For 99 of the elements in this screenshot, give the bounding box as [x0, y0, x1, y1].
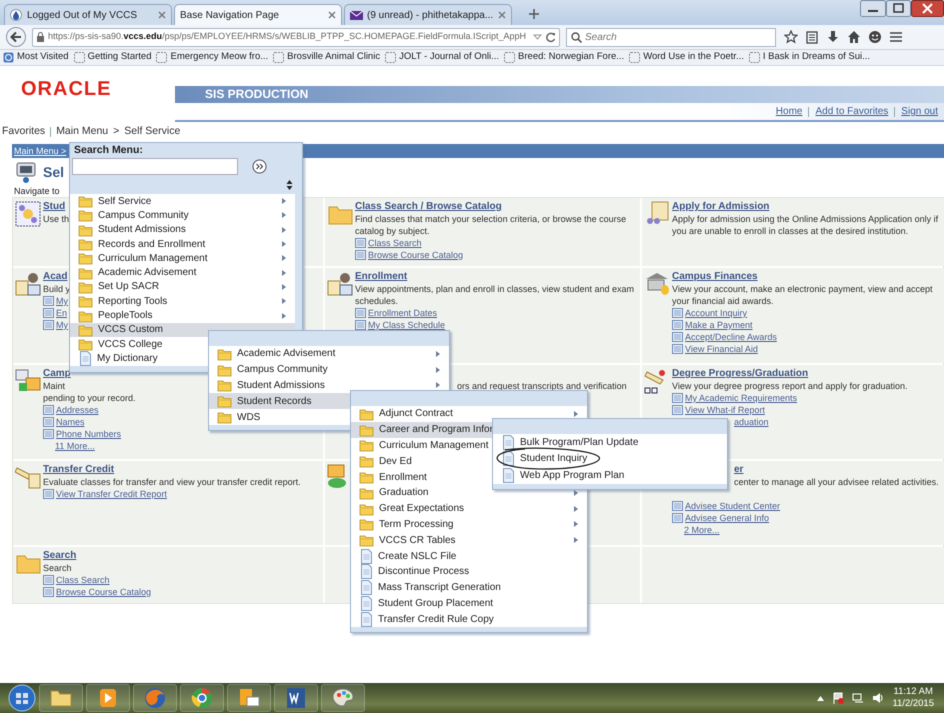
tile-title-link[interactable]: Enrollment — [355, 271, 408, 283]
bookmark-link[interactable]: JOLT - Journal of Onli... — [385, 50, 500, 65]
tile-description: ors and request transcripts and verification — [457, 380, 627, 392]
menu-item[interactable]: Records and Enrollment — [70, 236, 295, 252]
tile-description: View your account, make an electronic payment, view and accept your financial aid awards. — [672, 283, 934, 307]
path-link[interactable]: Main Menu > — [14, 146, 66, 156]
tile-description: View appointments, plan and enroll in classes, view student and exam schedules. — [355, 283, 635, 307]
tile-title-link[interactable]: Camp — [43, 368, 71, 380]
environment-banner: SIS PRODUCTION — [175, 86, 944, 103]
tile-description: View your degree progress report and apply for graduation. — [672, 380, 908, 392]
tile-link[interactable]: Advisee General Info — [672, 512, 770, 524]
tile-description: pending to your record. — [43, 392, 136, 404]
search-menu-label: Search Menu: — [73, 143, 144, 156]
tile-link[interactable]: View What-if Report — [672, 404, 765, 416]
menu-item[interactable]: PeopleTools — [70, 308, 295, 323]
menu-item[interactable]: VCCS CR Tables — [351, 532, 587, 548]
tile-link[interactable]: Make a Payment — [672, 319, 753, 331]
tile-link[interactable]: My — [43, 319, 68, 331]
tile-title-link[interactable]: Acad — [43, 271, 68, 283]
breadcrumb-separator: > — [113, 124, 120, 140]
bookmark-link[interactable]: Most Visited — [3, 50, 69, 65]
tile-title-link[interactable]: Transfer Credit — [43, 464, 114, 476]
bookmark-link[interactable]: Getting Started — [74, 50, 152, 65]
tile-link[interactable]: Browse Course Catalog — [43, 586, 152, 598]
breadcrumb-link[interactable]: Self Service — [124, 124, 180, 140]
tile-link[interactable]: View Transfer Credit Report — [43, 488, 167, 500]
tile-link[interactable]: Class Search — [355, 237, 422, 249]
tile-link[interactable]: Class Search — [43, 574, 110, 586]
clock-time: 11:12 AM — [892, 686, 934, 698]
page-intro: Navigate to — [14, 186, 61, 197]
tile-title-link[interactable]: Degree Progress/Graduation — [672, 368, 808, 380]
tile-title-link[interactable]: Stud — [43, 201, 66, 213]
browser-tab[interactable]: Base Navigation Page — [174, 4, 342, 25]
menu-item[interactable]: Term Processing — [351, 516, 587, 532]
menu-item[interactable]: Student Admissions — [209, 378, 449, 394]
tile-title-link[interactable]: Search — [43, 550, 76, 562]
tile-title-link[interactable]: Apply for Admission — [672, 201, 770, 213]
more-link[interactable]: 2 More... — [684, 524, 720, 536]
menu-item[interactable]: Create NSLC File — [351, 548, 587, 564]
tile-link[interactable]: Browse Course Catalog — [355, 249, 464, 261]
tile-link[interactable]: Accept/Decline Awards — [672, 331, 777, 343]
browser-tab[interactable]: (9 unread) - phithetakappa... — [344, 4, 512, 25]
header-link[interactable]: Home — [776, 104, 802, 119]
menu-item[interactable]: Discontinue Process — [351, 564, 587, 580]
tile-link[interactable]: My Academic Requirements — [672, 392, 798, 404]
menu-item[interactable]: Academic Advisement — [209, 346, 449, 362]
menu-item[interactable]: Web App Program Plan — [493, 467, 727, 484]
breadcrumb-link[interactable]: Favorites — [2, 124, 46, 140]
tile-link[interactable]: Phone Numbers — [43, 428, 122, 440]
menu-item[interactable]: Curriculum Management — [70, 251, 295, 266]
tile-description: Apply for admission using the Online Admissions Application only if you are unable to enroll in classes at the desired institution. — [672, 213, 940, 237]
tile-description: Maint — [43, 380, 66, 392]
tile-description: Use th — [43, 213, 70, 225]
header-link[interactable]: Sign out — [901, 104, 938, 119]
bookmark-link[interactable]: Word Use in the Poetr... — [629, 50, 744, 65]
clock[interactable]: 11:12 AM 11/2/2015 — [892, 686, 934, 710]
more-link[interactable]: 11 More... — [55, 440, 95, 452]
tile-link[interactable]: My — [43, 295, 68, 307]
tile-link[interactable]: Names — [43, 416, 85, 428]
tile-description: center to manage all your advisee related activities. — [734, 476, 939, 488]
menu-item[interactable]: Campus Community — [70, 208, 295, 223]
menu-item[interactable]: Set Up SACR — [70, 280, 295, 294]
tile-title-link[interactable]: Class Search / Browse Catalog — [355, 201, 502, 213]
tile-link[interactable]: Advisee Student Center — [672, 500, 780, 512]
menu-item[interactable]: Great Expectations — [351, 500, 587, 517]
tile-link[interactable]: My Class Schedule — [355, 319, 446, 331]
browser-tab[interactable]: Logged Out of My VCCS — [4, 4, 172, 25]
header-link[interactable]: Add to Favorites — [815, 104, 888, 119]
tile-link[interactable]: Enrollment Dates — [355, 307, 438, 319]
tile-link[interactable]: Account Inquiry — [672, 307, 748, 319]
page-title: Sel — [43, 162, 64, 182]
bookmark-link[interactable]: Brosville Animal Clinic — [273, 50, 380, 65]
tile-link[interactable]: En — [43, 307, 68, 319]
menu-item[interactable]: Graduation — [351, 484, 587, 501]
tile-title-link[interactable]: Campus Finances — [672, 271, 758, 283]
tile-link[interactable]: aduation — [734, 416, 769, 428]
tile-link[interactable]: Addresses — [43, 404, 99, 416]
menu-item[interactable]: Student Group Placement — [351, 596, 587, 612]
address-field[interactable]: https://ps-sis-sa90.vccs.edu/psp/ps/EMPLOYEE/HRMS/s/WEBLIB_PTPP_SC.HOMEPAGE.FieldFormula.IScript_AppH — [32, 28, 560, 46]
breadcrumb-link[interactable]: Main Menu — [56, 124, 108, 140]
menu-item[interactable]: Self Service — [70, 194, 295, 208]
tile-description: Find classes that match your selection criteria, or browse the course catalog by subject. — [355, 213, 628, 237]
bookmark-link[interactable]: I Bask in Dreams of Sui... — [748, 50, 870, 65]
menu-item[interactable]: Transfer Credit Rule Copy — [351, 611, 587, 628]
menu-item[interactable]: Mass Transcript Generation — [351, 580, 587, 596]
bookmark-link[interactable]: Emergency Meow fro... — [156, 50, 268, 65]
oracle-logo: ORACLE — [20, 77, 112, 102]
search-field[interactable]: Search — [566, 28, 776, 46]
bookmark-link[interactable]: Breed: Norwegian Fore... — [504, 50, 624, 65]
tile-link[interactable]: View Financial Aid — [672, 343, 758, 355]
tile-description: Search — [43, 562, 72, 574]
tile-description: Evaluate classes for transfer and view your transfer credit report. — [43, 476, 301, 488]
menu-item[interactable]: Academic Advisement — [70, 265, 295, 280]
menu-item[interactable]: Campus Community — [209, 362, 449, 378]
menu-item[interactable]: Student Admissions — [70, 222, 295, 237]
menu-item[interactable]: Student Inquiry — [493, 450, 727, 467]
tile-title-link[interactable]: er — [734, 464, 744, 476]
clock-date: 11/2/2015 — [892, 698, 934, 710]
menu-item[interactable]: Reporting Tools — [70, 294, 295, 308]
